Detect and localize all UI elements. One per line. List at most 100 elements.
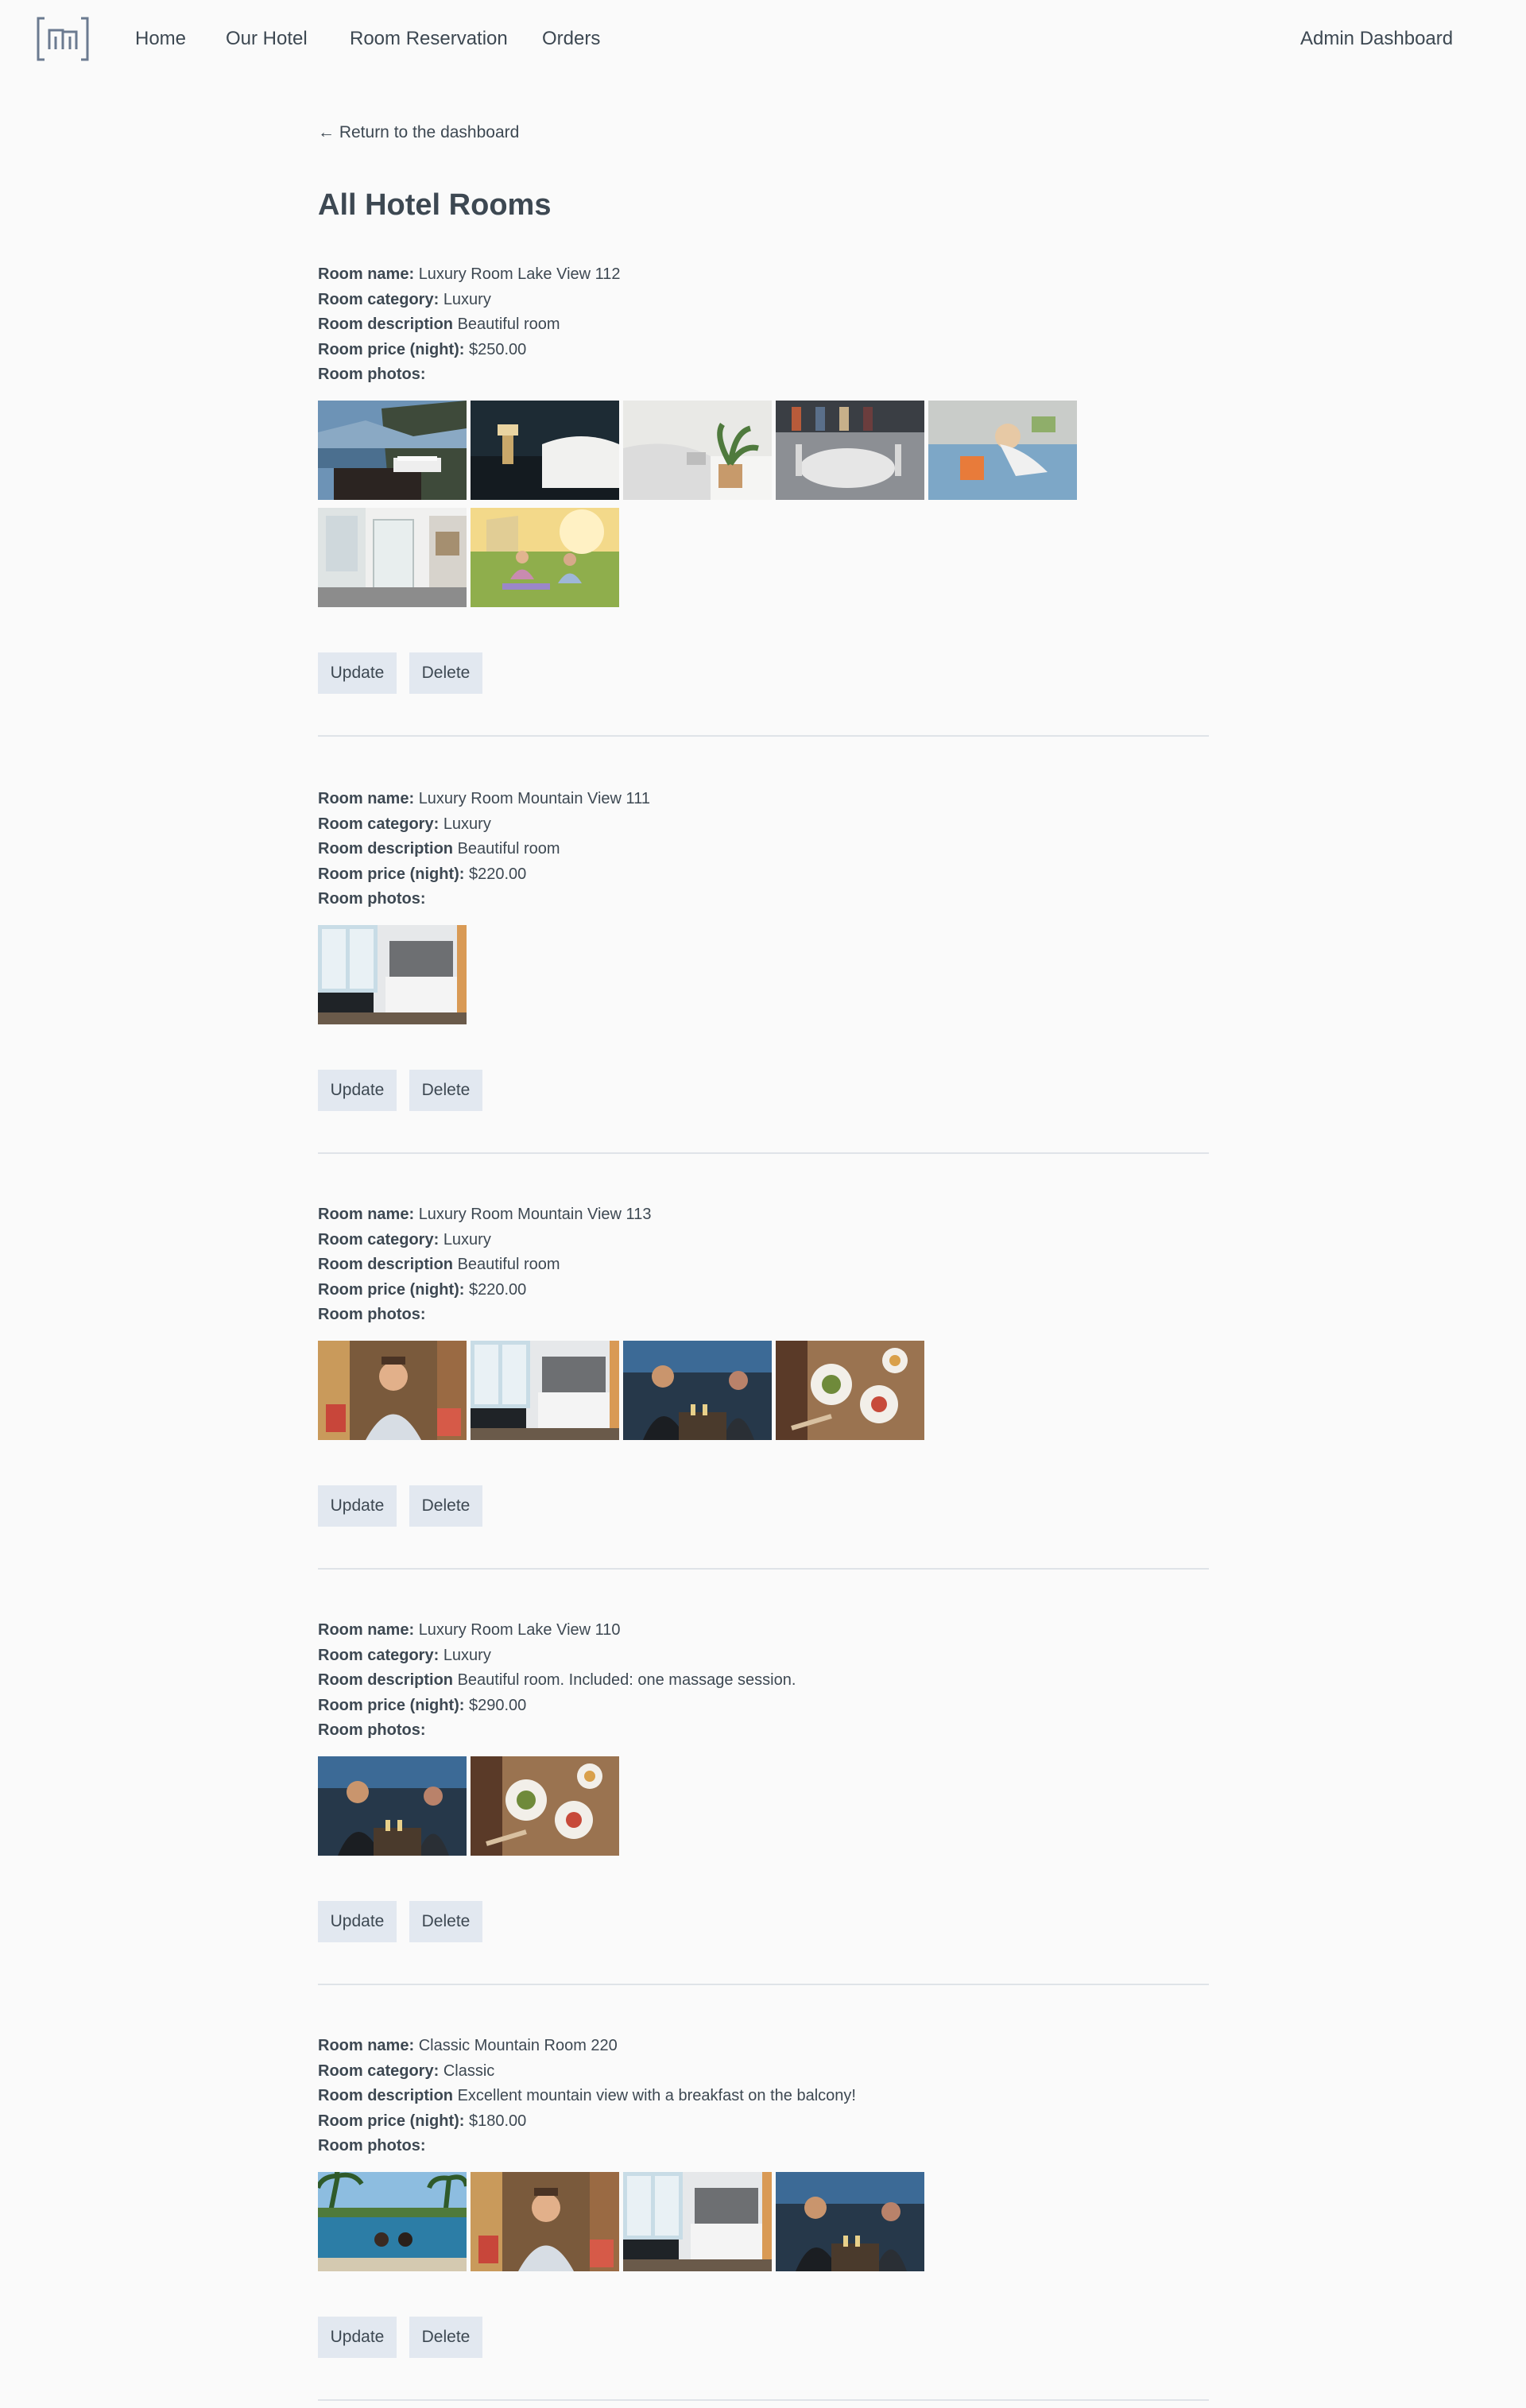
return-to-dashboard-link[interactable]: ← Return to the dashboard	[318, 122, 519, 143]
room-description-line: Room description Excellent mountain view…	[318, 2084, 1209, 2109]
room-name-line-label: Room name:	[318, 790, 415, 807]
room-name-line-label: Room name:	[318, 2037, 415, 2054]
room-category-line-value: Luxury	[443, 290, 491, 308]
room-description-line-label: Room description	[318, 316, 454, 333]
room-name-line: Room name: Luxury Room Mountain View 111	[318, 787, 1209, 812]
room-photo-kids-bed[interactable]	[928, 401, 1077, 500]
nav-orders-link[interactable]: Orders	[542, 27, 600, 51]
room-category-line-label: Room category:	[318, 2062, 440, 2080]
room-description-line-label: Room description	[318, 1256, 454, 1273]
room-price-line: Room price (night): $180.00	[318, 2109, 1209, 2135]
room-divider	[318, 1152, 1209, 1154]
room-category-line-value: Classic	[443, 2062, 495, 2080]
room-photos-label: Room photos:	[318, 362, 1209, 388]
room-photo-hotel-room[interactable]	[623, 2172, 772, 2271]
room-price-line-value: $220.00	[469, 865, 527, 883]
room-price-line-value: $220.00	[469, 1280, 527, 1299]
room-description-line-value: Beautiful room	[457, 840, 560, 858]
delete-room-button[interactable]: Delete	[409, 1070, 482, 1111]
room-name-line-value: Luxury Room Mountain View 111	[418, 790, 650, 807]
room-description-line-label: Room description	[318, 2087, 454, 2104]
room-photos-label: Room photos:	[318, 1303, 1209, 1328]
delete-room-button[interactable]: Delete	[409, 2317, 482, 2358]
room-price-line-label: Room price (night):	[318, 865, 465, 883]
room-price-line-label: Room price (night):	[318, 2112, 465, 2130]
room-photo-chef-portrait[interactable]	[318, 1341, 467, 1440]
room-photo-food-plates[interactable]	[471, 1756, 619, 1856]
nav-room-reservation-link[interactable]: Room Reservation	[350, 27, 508, 51]
top-navigation: Home Our Hotel Room Reservation Orders A…	[0, 0, 1526, 78]
room-category-line-label: Room category:	[318, 1230, 440, 1249]
room-category-line-value: Luxury	[443, 1646, 491, 1664]
room-category-line: Room category: Luxury	[318, 812, 1209, 838]
room-photo-chef-portrait[interactable]	[471, 2172, 619, 2271]
room-name-line-value: Luxury Room Lake View 112	[418, 265, 621, 283]
room-name-line-value: Classic Mountain Room 220	[418, 2037, 618, 2054]
room-card: Room name: Luxury Room Lake View 110 Room…	[318, 1618, 1209, 1985]
room-photos-label: Room photos:	[318, 887, 1209, 912]
room-description-line-label: Room description	[318, 1671, 454, 1689]
nav-our-hotel-link[interactable]: Our Hotel	[226, 27, 308, 51]
delete-room-button[interactable]: Delete	[409, 652, 482, 694]
room-name-line-label: Room name:	[318, 265, 415, 283]
room-photos-label: Room photos:	[318, 1718, 1209, 1744]
room-description-line-value: Excellent mountain view with a breakfast…	[457, 2087, 856, 2104]
room-photos-heading: Room photos:	[318, 890, 426, 908]
page-title: All Hotel Rooms	[318, 188, 552, 222]
room-description-line: Room description Beautiful room	[318, 837, 1209, 862]
room-name-line: Room name: Luxury Room Lake View 110	[318, 1618, 1209, 1643]
room-card: Room name: Luxury Room Lake View 112 Room…	[318, 262, 1209, 737]
delete-room-button[interactable]: Delete	[409, 1901, 482, 1942]
room-category-line-value: Luxury	[443, 815, 491, 833]
room-photo-pool-palms[interactable]	[318, 2172, 467, 2271]
room-photos-label: Room photos:	[318, 2134, 1209, 2159]
room-category-line-label: Room category:	[318, 815, 440, 833]
room-name-line-value: Luxury Room Mountain View 113	[418, 1206, 652, 1223]
room-photo-bartender[interactable]	[776, 2172, 924, 2271]
room-photo-hotel-room[interactable]	[471, 1341, 619, 1440]
room-photo-bartender[interactable]	[318, 1756, 467, 1856]
room-photo-bathroom-shower[interactable]	[318, 508, 467, 607]
room-photo-food-plates[interactable]	[776, 1341, 924, 1440]
room-card: Room name: Luxury Room Mountain View 113…	[318, 1202, 1209, 1570]
room-photo-bartender[interactable]	[623, 1341, 772, 1440]
room-description-line-label: Room description	[318, 840, 454, 858]
update-room-button[interactable]: Update	[318, 1901, 397, 1942]
update-room-button[interactable]: Update	[318, 1070, 397, 1111]
room-name-line: Room name: Luxury Room Lake View 112	[318, 262, 1209, 288]
room-name-line-label: Room name:	[318, 1621, 415, 1639]
room-photo-hotel-room[interactable]	[318, 925, 467, 1024]
room-category-line-value: Luxury	[443, 1230, 491, 1249]
nav-home-link[interactable]: Home	[135, 27, 186, 51]
room-description-line-value: Beautiful room. Included: one massage se…	[457, 1671, 796, 1689]
room-price-line: Room price (night): $220.00	[318, 1278, 1209, 1303]
room-price-line: Room price (night): $290.00	[318, 1694, 1209, 1719]
room-divider	[318, 1984, 1209, 1985]
update-room-button[interactable]: Update	[318, 652, 397, 694]
room-price-line-value: $290.00	[469, 1696, 527, 1714]
room-photo-lake-terrace[interactable]	[318, 401, 467, 500]
room-price-line-label: Room price (night):	[318, 1696, 465, 1714]
room-card: Room name: Classic Mountain Room 220 Room…	[318, 2034, 1209, 2401]
room-photo-bed-plant[interactable]	[623, 401, 772, 500]
room-category-line-label: Room category:	[318, 1646, 440, 1664]
room-photo-dark-bedroom[interactable]	[471, 401, 619, 500]
m-logo-icon[interactable]	[35, 16, 91, 62]
room-price-line: Room price (night): $250.00	[318, 338, 1209, 363]
room-photo-yoga-lawn[interactable]	[471, 508, 619, 607]
room-name-line: Room name: Classic Mountain Room 220	[318, 2034, 1209, 2059]
room-photos-heading: Room photos:	[318, 1721, 426, 1739]
room-description-line: Room description Beautiful room. Include…	[318, 1668, 1209, 1694]
update-room-button[interactable]: Update	[318, 2317, 397, 2358]
room-description-line-value: Beautiful room	[457, 316, 560, 333]
room-category-line: Room category: Classic	[318, 2059, 1209, 2085]
room-description-line: Room description Beautiful room	[318, 1252, 1209, 1278]
room-divider	[318, 735, 1209, 737]
room-photos-heading: Room photos:	[318, 1306, 426, 1323]
delete-room-button[interactable]: Delete	[409, 1485, 482, 1527]
room-price-line: Room price (night): $220.00	[318, 862, 1209, 888]
nav-admin-dashboard-link[interactable]: Admin Dashboard	[1300, 27, 1453, 51]
update-room-button[interactable]: Update	[318, 1485, 397, 1527]
room-photo-restaurant-table[interactable]	[776, 401, 924, 500]
room-price-line-label: Room price (night):	[318, 340, 465, 358]
